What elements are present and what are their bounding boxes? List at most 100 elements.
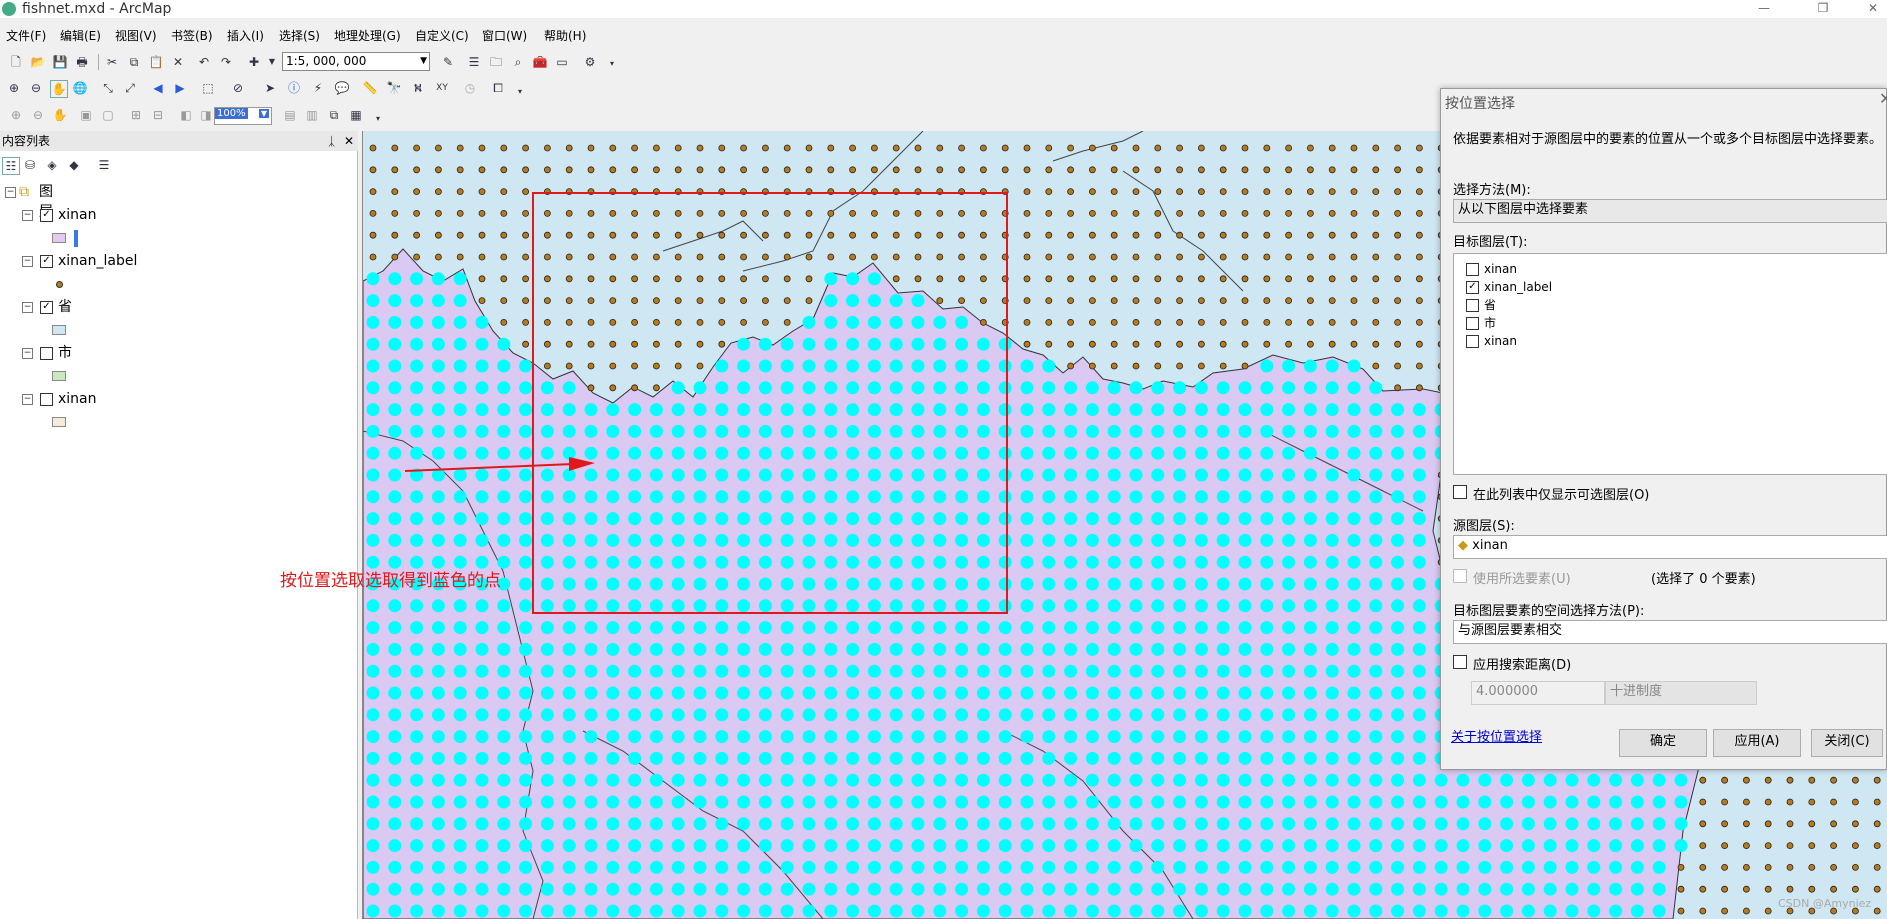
zoom-in-icon[interactable]: ⊕ [6, 80, 22, 96]
paste-icon[interactable]: 📋 [148, 54, 164, 70]
find-route-icon[interactable]: ⛕ [410, 80, 426, 96]
table-of-contents-icon[interactable]: ☰ [466, 54, 482, 70]
layer-symbol-swatch[interactable] [52, 371, 66, 381]
fixed-zoom-out-page-icon[interactable]: ⊟ [150, 107, 166, 123]
source-layer-select[interactable]: ◆ xinan [1453, 535, 1887, 559]
collapse-icon[interactable]: − [22, 210, 33, 221]
target-layer-item[interactable]: xinan [1466, 262, 1517, 276]
delete-icon[interactable]: ✕ [170, 54, 186, 70]
target-layer-checkbox[interactable] [1466, 335, 1479, 348]
add-data-icon[interactable]: ✚ [246, 54, 262, 70]
previous-extent-page-icon[interactable]: ◧ [178, 107, 194, 123]
new-document-icon[interactable]: 🗋 [8, 54, 24, 70]
close-icon[interactable]: ✕ [1879, 89, 1887, 108]
go-to-xy-icon[interactable]: XY [434, 80, 450, 96]
html-popup-icon[interactable]: 💬 [334, 80, 350, 96]
layer-visibility-checkbox[interactable]: ✓ [40, 255, 53, 268]
pin-icon[interactable]: ᛣ [328, 131, 335, 151]
target-layer-checkbox[interactable] [1466, 263, 1479, 276]
layer-visibility-checkbox[interactable] [40, 347, 53, 360]
pan-icon[interactable]: ✋ [50, 80, 68, 98]
select-features-icon[interactable]: ⬚ [200, 80, 216, 96]
fixed-zoom-out-icon[interactable]: ⤢ [122, 80, 138, 96]
print-icon[interactable]: 🖶 [74, 54, 90, 70]
close-button[interactable]: 关闭(C) [1811, 729, 1883, 757]
layer-symbol-swatch[interactable] [52, 417, 66, 427]
open-folder-icon[interactable]: 📂 [30, 54, 46, 70]
target-layer-checkbox[interactable]: ✓ [1466, 281, 1479, 294]
toolbar-options-icon[interactable]: ▾ [604, 56, 620, 72]
back-icon[interactable]: ◀ [150, 80, 166, 96]
chevron-down-icon[interactable]: ▼ [420, 53, 427, 70]
layer-symbol-swatch[interactable] [52, 325, 66, 335]
catalog-icon[interactable]: 🗀 [488, 54, 504, 70]
menu-insert[interactable]: 插入(I) [227, 26, 264, 46]
create-viewer-window-icon[interactable]: ⧠ [490, 80, 506, 96]
collapse-icon[interactable]: − [5, 187, 16, 198]
target-layer-item[interactable]: 省 [1466, 298, 1496, 312]
full-extent-icon[interactable]: 🌐 [72, 80, 88, 96]
options-icon[interactable]: ☰ [96, 157, 112, 173]
close-icon[interactable]: ✕ [344, 131, 354, 151]
list-by-visibility-icon[interactable]: ◈ [44, 157, 60, 173]
menu-geoprocessing[interactable]: 地理处理(G) [334, 26, 401, 46]
search-window-icon[interactable]: ⌕ [510, 54, 526, 70]
only-selectable-checkbox[interactable] [1453, 485, 1467, 499]
find-icon[interactable]: 🔭 [386, 80, 402, 96]
save-icon[interactable]: 💾 [52, 54, 68, 70]
identify-icon[interactable]: ⓘ [286, 80, 302, 96]
redo-icon[interactable]: ↷ [218, 54, 234, 70]
toolbar-options-icon[interactable]: ▾ [370, 111, 386, 127]
target-layer-checkbox[interactable] [1466, 299, 1479, 312]
toggle-draft-mode-icon[interactable]: ▤ [282, 107, 298, 123]
clear-selection-icon[interactable]: ⊘ [230, 80, 246, 96]
spatial-method-select[interactable]: 与源图层要素相交 [1453, 620, 1887, 644]
forward-icon[interactable]: ▶ [172, 80, 188, 96]
layout-pan-icon[interactable]: ✋ [52, 107, 68, 123]
target-layer-item[interactable]: xinan [1466, 334, 1517, 348]
layer-visibility-checkbox[interactable] [40, 393, 53, 406]
layout-zoom-out-icon[interactable]: ⊖ [30, 107, 46, 123]
use-selected-checkbox[interactable] [1453, 569, 1467, 583]
menu-help[interactable]: 帮助(H) [544, 26, 586, 46]
target-layer-item[interactable]: ✓ xinan_label [1466, 280, 1552, 294]
list-by-selection-icon[interactable]: ◆ [66, 157, 82, 173]
zoom-out-icon[interactable]: ⊖ [28, 80, 44, 96]
undo-icon[interactable]: ↶ [196, 54, 212, 70]
menu-edit[interactable]: 编辑(E) [60, 26, 101, 46]
next-extent-page-icon[interactable]: ◨ [198, 107, 214, 123]
copy-icon[interactable]: ⧉ [126, 54, 142, 70]
menu-view[interactable]: 视图(V) [115, 26, 157, 46]
search-distance-checkbox[interactable] [1453, 655, 1467, 669]
measure-icon[interactable]: 📏 [362, 80, 378, 96]
chevron-down-icon[interactable]: ▼ [258, 109, 269, 118]
close-window-button[interactable]: ✕ [1850, 0, 1887, 18]
change-layout-icon[interactable]: ⧉ [326, 107, 342, 123]
list-by-drawing-order-icon[interactable]: ☷ [2, 157, 20, 175]
model-builder-icon[interactable]: ⚙ [582, 54, 598, 70]
cut-icon[interactable]: ✂ [104, 54, 120, 70]
layer-symbol-swatch[interactable] [52, 233, 66, 243]
toolbar-options-icon[interactable]: ▾ [512, 84, 528, 100]
apply-button[interactable]: 应用(A) [1713, 729, 1801, 757]
data-driven-pages-icon[interactable]: ▦ [348, 107, 364, 123]
python-icon[interactable]: ▭ [554, 54, 570, 70]
layer-visibility-checkbox[interactable]: ✓ [40, 301, 53, 314]
layer-visibility-checkbox[interactable]: ✓ [40, 209, 53, 222]
target-layer-item[interactable]: 市 [1466, 316, 1496, 330]
hyperlink-icon[interactable]: ⚡ [310, 80, 326, 96]
target-layers-list[interactable]: xinan ✓ xinan_label 省 市 xinan [1453, 253, 1887, 475]
point-symbol[interactable] [56, 281, 63, 288]
zoom-100-icon[interactable]: ▢ [100, 107, 116, 123]
help-link[interactable]: 关于按位置选择 [1451, 726, 1542, 745]
focus-data-frame-icon[interactable]: ▥ [304, 107, 320, 123]
menu-windows[interactable]: 窗口(W) [482, 26, 527, 46]
distance-unit-select[interactable]: 十进制度 [1605, 681, 1757, 705]
minimize-button[interactable]: — [1741, 0, 1787, 18]
map-scale-combo[interactable]: 1:5, 000, 000 ▼ [282, 52, 430, 71]
layout-zoom-in-icon[interactable]: ⊕ [8, 107, 24, 123]
menu-selection[interactable]: 选择(S) [279, 26, 320, 46]
collapse-icon[interactable]: − [22, 256, 33, 267]
chevron-down-icon[interactable]: ▼ [264, 54, 280, 70]
menu-file[interactable]: 文件(F) [6, 26, 46, 46]
